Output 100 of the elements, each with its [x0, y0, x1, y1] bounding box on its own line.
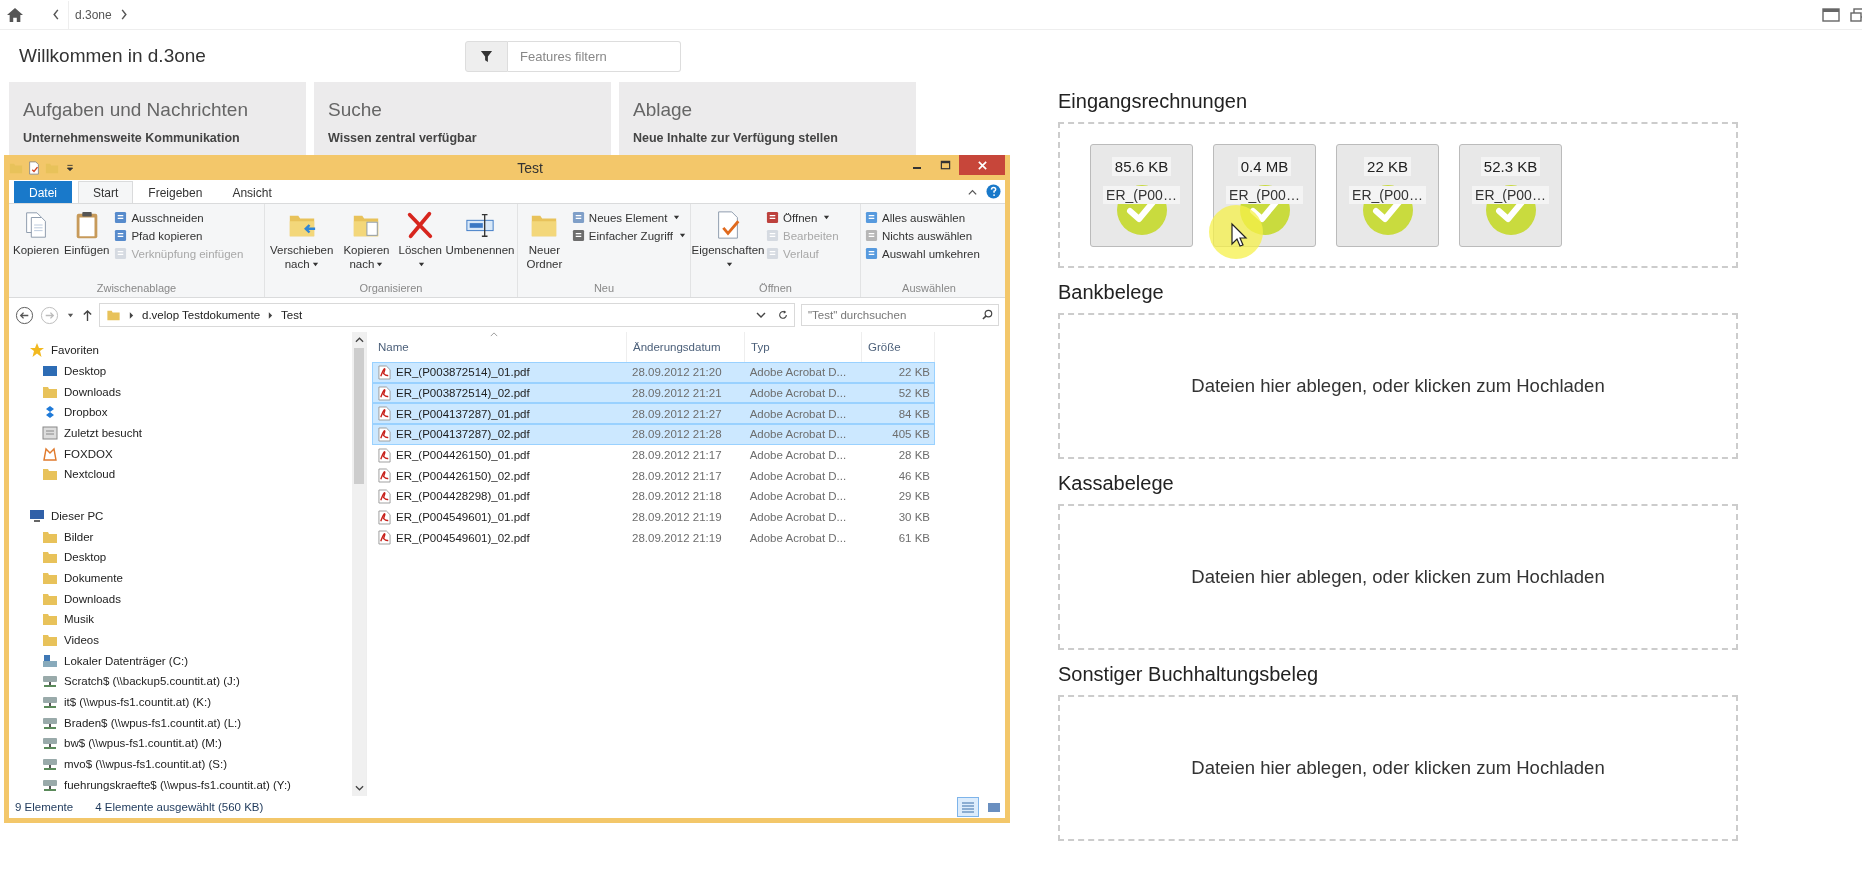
drop-zone[interactable]: Dateien hier ablegen, oder klicken zum Hochladen — [1058, 695, 1738, 841]
scroll-up-icon[interactable] — [354, 336, 364, 344]
table-cell-text: 28.09.2012 21:19 — [631, 531, 723, 544]
forward-chevron-icon[interactable] — [119, 9, 128, 20]
node-icon — [42, 466, 58, 483]
file-row[interactable]: ER_(P004549601)_02.pdf 28.09.2012 21:19 Adobe Acrobat D... 61 KB — [372, 527, 935, 549]
close-button[interactable] — [959, 155, 1005, 175]
ribbon-button[interactable]: Verschieben nach — [267, 208, 337, 282]
file-row[interactable]: ER_(P003872514)_01.pdf 28.09.2012 21:20 Adobe Acrobat D... 22 KB — [372, 362, 935, 383]
section-heading: Eingangsrechnungen — [1058, 89, 1249, 114]
file-row[interactable]: ER_(P003872514)_02.pdf 28.09.2012 21:21 Adobe Acrobat D... 52 KB — [372, 382, 935, 404]
tree-item[interactable]: FOXDOX — [9, 443, 352, 465]
ribbon-button[interactable]: Löschen — [396, 208, 444, 282]
file-row[interactable]: ER_(P004137287)_01.pdf 28.09.2012 21:27 Adobe Acrobat D... 84 KB — [372, 403, 935, 425]
up-arrow-icon[interactable] — [82, 308, 93, 322]
tree-item[interactable]: Downloads — [9, 381, 352, 403]
refresh-icon[interactable] — [778, 310, 788, 320]
close-icon — [976, 159, 988, 171]
help-icon[interactable] — [986, 184, 1001, 199]
caret-icon — [673, 214, 681, 221]
tree-item[interactable]: Lokaler Datenträger (C:) — [9, 650, 352, 671]
ribbon-button[interactable]: Kopieren nach — [337, 208, 396, 282]
scrollbar-thumb[interactable] — [354, 348, 364, 484]
ribbon-button[interactable]: Neuer Ordner — [520, 208, 569, 282]
scroll-down-icon[interactable] — [354, 784, 364, 792]
document-icon[interactable] — [27, 160, 41, 175]
table-cell-text: 28.09.2012 21:18 — [631, 490, 723, 503]
ribbon-tab[interactable]: Freigeben — [133, 181, 218, 203]
tree-item[interactable]: Musik — [9, 608, 352, 630]
tree-item[interactable]: Favoriten — [9, 340, 352, 361]
ribbon-button[interactable]: Alles auswählen — [863, 210, 982, 225]
node-icon — [42, 735, 58, 752]
tree-item[interactable]: bw$ (\\wpus-fs1.countit.at) (M:) — [9, 733, 352, 754]
scrollbar[interactable] — [352, 332, 366, 796]
ribbon-button[interactable]: Kopieren — [11, 208, 62, 282]
ribbon-tab[interactable]: Datei — [14, 181, 72, 203]
ribbon-button[interactable]: Pfad kopieren — [112, 228, 246, 243]
collapse-chevron-icon[interactable] — [967, 187, 978, 198]
maximize-icon[interactable] — [1822, 7, 1840, 22]
tree-item[interactable]: Zuletzt besucht — [9, 422, 352, 444]
dropdown-chevron-icon[interactable] — [756, 310, 766, 320]
tree-item[interactable]: Nextcloud — [9, 464, 352, 485]
tree-item[interactable]: Bilder — [9, 526, 352, 547]
restore-icon[interactable] — [1850, 7, 1862, 22]
tree-item[interactable]: Dropbox — [9, 402, 352, 423]
table-cell-text: 28 KB — [897, 449, 931, 462]
tree-item[interactable]: Scratch$ (\\backup5.countit.at) (J:) — [9, 671, 352, 692]
file-row[interactable]: ER_(P004137287)_02.pdf 28.09.2012 21:28 Adobe Acrobat D... 405 KB — [372, 424, 935, 445]
ribbon-button[interactable]: Ausschneiden — [112, 210, 246, 225]
breadcrumb-item[interactable]: d.velop Testdokumente — [142, 309, 261, 321]
back-chevron-icon[interactable] — [52, 9, 60, 20]
ribbon-button[interactable]: Neues Element — [569, 210, 688, 225]
maximize-icon — [939, 159, 951, 171]
feature-tile[interactable]: Suche Wissen zentral verfügbar — [314, 82, 611, 155]
file-row[interactable]: ER_(P004428298)_01.pdf 28.09.2012 21:18 Adobe Acrobat D... 29 KB — [372, 486, 935, 507]
ribbon-button[interactable]: Öffnen — [764, 210, 841, 225]
tree-item[interactable]: Videos — [9, 629, 352, 651]
file-name: ER_(P00… — [1349, 185, 1426, 204]
feature-tile[interactable]: Ablage Neue Inhalte zur Verfügung stellen — [619, 82, 916, 155]
table-cell-text: Adobe Acrobat D... — [748, 428, 848, 441]
breadcrumb-link[interactable]: d.3one — [75, 7, 112, 22]
pdf-icon — [378, 447, 391, 463]
image-icon — [987, 801, 1001, 813]
address-bar[interactable]: d.velop Testdokumente Test — [99, 303, 795, 327]
file-row[interactable]: ER_(P004549601)_01.pdf 28.09.2012 21:19 Adobe Acrobat D... 30 KB — [372, 506, 935, 528]
tree-item[interactable]: fuehrungskraefte$ (\\wpus-fs1.countit.at) (Y:) — [9, 774, 352, 796]
tree-item[interactable]: Braden$ (\\wpus-fs1.countit.at) (L:) — [9, 712, 352, 734]
ribbon-button[interactable]: Einfügen — [62, 208, 112, 282]
filter-button[interactable] — [465, 40, 508, 72]
node-icon — [42, 549, 58, 566]
search-field[interactable]: "Test" durchsuchen — [801, 304, 999, 326]
history-caret-icon[interactable] — [67, 311, 74, 319]
drop-zone[interactable]: Dateien hier ablegen, oder klicken zum Hochladen — [1058, 504, 1738, 650]
filter-field[interactable]: Features filtern — [508, 40, 681, 72]
ribbon-button[interactable]: Einfacher Zugriff — [569, 228, 688, 243]
drop-zone[interactable]: 85.6 KB ER_(P00… 0.4 MB ER_(P00… 22 KB ER_(P00… 52.3 KB ER_(P00… — [1058, 122, 1738, 268]
ribbon-button[interactable]: Auswahl umkehren — [863, 246, 982, 261]
drop-zone[interactable]: Dateien hier ablegen, oder klicken zum Hochladen — [1058, 313, 1738, 459]
upload-prompt: Dateien hier ablegen, oder klicken zum Hochladen — [1191, 566, 1605, 588]
ribbon-button[interactable]: Umbenennen — [445, 208, 515, 282]
window-title: Test — [517, 159, 543, 176]
ribbon-tab[interactable]: Start — [78, 181, 134, 203]
breadcrumb-item[interactable]: Test — [281, 309, 303, 321]
tree-item[interactable]: it$ (\\wpus-fs1.countit.at) (K:) — [9, 691, 352, 713]
tree-item[interactable]: Desktop — [9, 546, 352, 568]
ribbon-button[interactable]: Nichts auswählen — [863, 228, 982, 243]
path-separator-icon — [268, 311, 274, 319]
tree-item[interactable]: Desktop — [9, 360, 352, 382]
ribbon-button[interactable]: Eigenschaften — [693, 208, 763, 282]
tree-item[interactable]: Dieser PC — [9, 505, 352, 527]
feature-tile[interactable]: Aufgaben und Nachrichten Unternehmensweite Kommunikation — [9, 82, 306, 155]
home-icon[interactable] — [6, 6, 24, 23]
file-row[interactable]: ER_(P004426150)_02.pdf 28.09.2012 21:17 Adobe Acrobat D... 46 KB — [372, 465, 935, 487]
tree-item[interactable]: Downloads — [9, 588, 352, 609]
pdf-icon — [378, 364, 391, 380]
table-cell-text: 28.09.2012 21:21 — [631, 387, 723, 400]
ribbon-tab[interactable]: Ansicht — [217, 181, 287, 203]
file-row[interactable]: ER_(P004426150)_01.pdf 28.09.2012 21:17 Adobe Acrobat D... 28 KB — [372, 444, 935, 466]
tree-item[interactable]: Dokumente — [9, 567, 352, 589]
tree-item[interactable]: mvo$ (\\wpus-fs1.countit.at) (S:) — [9, 753, 352, 775]
